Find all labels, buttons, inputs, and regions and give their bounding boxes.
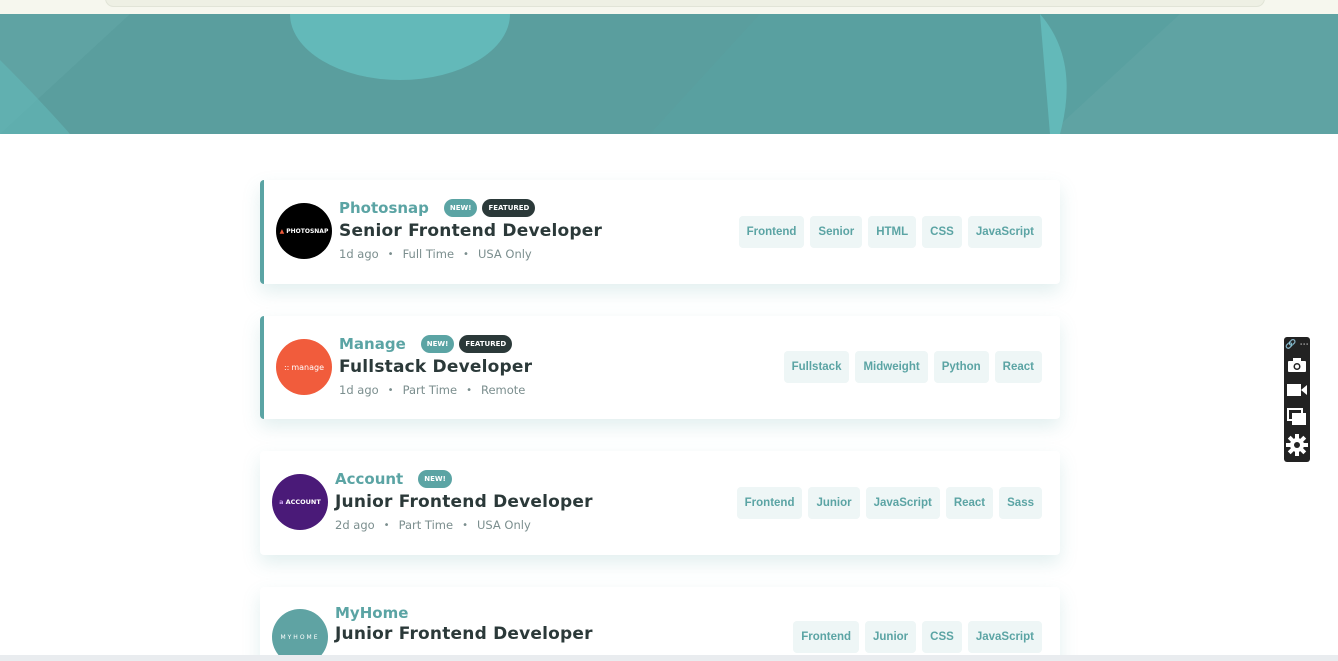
job-title[interactable]: Fullstack Developer: [339, 357, 532, 377]
company-logo-account: a ACCOUNT: [272, 474, 328, 530]
header-banner: [0, 0, 1338, 134]
tag-list: Frontend Senior HTML CSS JavaScript: [738, 216, 1042, 248]
tag-list: Frontend Junior JavaScript React Sass: [736, 487, 1042, 519]
tag-button[interactable]: Junior: [865, 621, 917, 653]
logo-text: ACCOUNT: [285, 498, 321, 506]
separator-dot: •: [383, 519, 390, 531]
contract-type: Part Time: [402, 383, 458, 397]
logo-text: MYHOME: [280, 633, 320, 641]
camera-icon[interactable]: [1284, 354, 1310, 376]
job-title[interactable]: Junior Frontend Developer: [335, 492, 593, 512]
banner-pattern: [0, 0, 1338, 134]
featured-badge: FEATURED: [482, 199, 536, 217]
separator-dot: •: [462, 519, 468, 531]
company-name[interactable]: MyHome: [335, 604, 408, 622]
featured-badge: FEATURED: [459, 335, 513, 353]
job-title[interactable]: Senior Frontend Developer: [339, 221, 602, 241]
separator-dot: •: [387, 384, 394, 396]
job-location: USA Only: [476, 518, 531, 532]
job-info: Account NEW! Junior Frontend Developer 2…: [335, 469, 593, 532]
job-card-manage[interactable]: :: manage Manage NEW! FEATURED Fullstack …: [260, 316, 1060, 419]
contract-type: Part Time: [398, 518, 454, 532]
tag-button[interactable]: Junior: [808, 487, 860, 519]
company-logo-manage: :: manage: [276, 339, 332, 395]
logo-text: PHOTOSNAP: [286, 227, 329, 235]
separator-dot: •: [463, 248, 469, 260]
tag-button[interactable]: HTML: [868, 216, 917, 248]
more-icon[interactable]: ⋯: [1300, 340, 1309, 350]
job-location: Remote: [480, 383, 526, 397]
new-badge: NEW!: [418, 470, 452, 488]
tag-button[interactable]: React: [945, 487, 994, 519]
tag-button[interactable]: Frontend: [736, 487, 803, 519]
job-meta: 1d ago • Full Time • USA Only: [339, 247, 602, 261]
job-card-photosnap[interactable]: ▲ PHOTOSNAP Photosnap NEW! FEATURED Senio…: [260, 180, 1060, 284]
separator-dot: •: [387, 248, 394, 260]
job-card-myhome[interactable]: MYHOME MyHome Junior Frontend Developer …: [260, 587, 1060, 661]
job-location: USA Only: [477, 247, 532, 261]
browser-topbar: [0, 0, 1338, 14]
job-info: Manage NEW! FEATURED Fullstack Developer…: [339, 334, 532, 397]
link-icon[interactable]: 🔗: [1285, 340, 1296, 350]
logo-text: manage: [291, 362, 325, 372]
toolbar-header: 🔗 ⋯: [1284, 339, 1310, 351]
tag-button[interactable]: Senior: [810, 216, 863, 248]
horizontal-scrollbar[interactable]: [0, 655, 1338, 661]
video-icon[interactable]: [1284, 379, 1310, 401]
tag-button[interactable]: JavaScript: [967, 621, 1042, 653]
job-card-account[interactable]: a ACCOUNT Account NEW! Junior Frontend De…: [260, 451, 1060, 555]
posted-at: 1d ago: [339, 247, 379, 261]
tag-button[interactable]: JavaScript: [865, 487, 940, 519]
tag-button[interactable]: JavaScript: [967, 216, 1042, 248]
screens-icon[interactable]: [1284, 406, 1310, 428]
posted-at: 2d ago: [335, 518, 375, 532]
posted-at: 1d ago: [339, 383, 379, 397]
tag-list: Fullstack Midweight Python React: [783, 351, 1042, 383]
contract-type: Full Time: [402, 247, 455, 261]
tag-button[interactable]: Sass: [999, 487, 1042, 519]
tag-button[interactable]: Frontend: [793, 621, 860, 653]
tag-button[interactable]: Python: [933, 351, 989, 383]
job-meta: 1d ago • Part Time • Remote: [339, 383, 532, 397]
separator-dot: •: [466, 384, 472, 396]
tag-list: Frontend Junior CSS JavaScript: [793, 621, 1042, 653]
company-name[interactable]: Manage: [339, 335, 406, 353]
tag-button[interactable]: Fullstack: [783, 351, 850, 383]
filter-bar-edge[interactable]: [105, 0, 1265, 7]
tag-button[interactable]: React: [994, 351, 1042, 383]
company-name[interactable]: Account: [335, 470, 403, 488]
tag-button[interactable]: CSS: [922, 621, 962, 653]
tag-button[interactable]: Frontend: [738, 216, 805, 248]
tag-button[interactable]: CSS: [922, 216, 962, 248]
company-logo-myhome: MYHOME: [272, 609, 328, 661]
company-name[interactable]: Photosnap: [339, 199, 429, 217]
capture-toolbar: 🔗 ⋯: [1284, 337, 1310, 462]
job-title[interactable]: Junior Frontend Developer: [335, 624, 593, 644]
settings-icon[interactable]: [1284, 433, 1310, 457]
new-badge: NEW!: [443, 199, 478, 217]
company-logo-photosnap: ▲ PHOTOSNAP: [276, 203, 332, 259]
new-badge: NEW!: [420, 335, 455, 353]
job-meta: 2d ago • Part Time • USA Only: [335, 518, 593, 532]
tag-button[interactable]: Midweight: [855, 351, 928, 383]
job-info: MyHome Junior Frontend Developer: [335, 603, 593, 644]
job-info: Photosnap NEW! FEATURED Senior Frontend …: [339, 198, 602, 261]
